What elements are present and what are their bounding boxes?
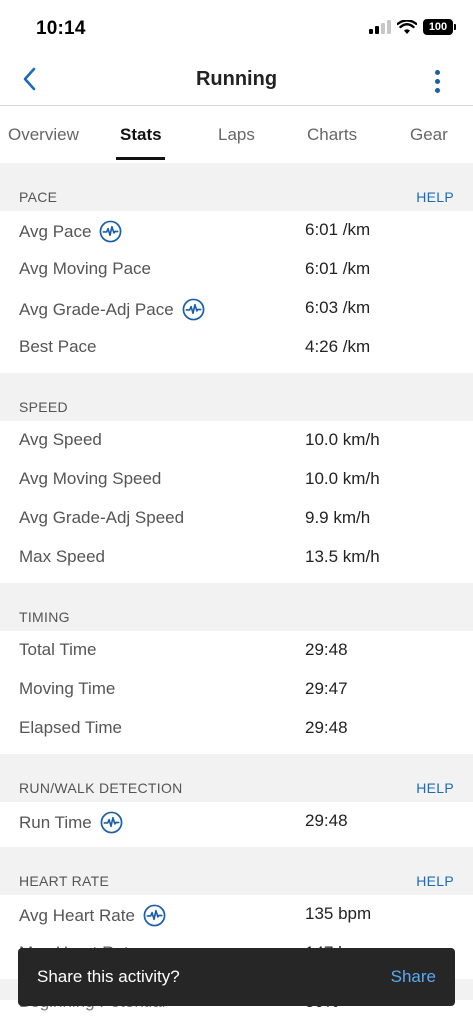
stat-row-max-speed: Max Speed 13.5 km/h	[0, 538, 473, 577]
stat-label: Moving Time	[19, 679, 116, 698]
section-header-heart-rate: HEART RATE HELP	[0, 847, 473, 895]
page-title: Running	[195, 68, 278, 90]
stat-label: Avg Pace	[19, 221, 92, 241]
heart-rate-icon[interactable]	[100, 811, 123, 834]
stat-row-best-pace: Best Pace 4:26 /km	[0, 328, 473, 367]
stat-label: Avg Moving Speed	[19, 469, 162, 488]
section-title: SPEED	[19, 399, 68, 415]
heart-rate-icon[interactable]	[99, 220, 122, 243]
stat-value: 6:01 /km	[305, 259, 371, 278]
stat-value: 10.0 km/h	[305, 469, 380, 488]
stats-list: PACE HELP Avg Pace 6:01 /km Avg Moving P…	[0, 163, 473, 1024]
more-vertical-icon	[434, 69, 440, 75]
stat-row-avg-grade-adj-pace: Avg Grade-Adj Pace 6:03 /km	[0, 289, 473, 328]
stat-row-avg-pace: Avg Pace 6:01 /km	[0, 211, 473, 250]
stat-row-avg-moving-pace: Avg Moving Pace 6:01 /km	[0, 250, 473, 289]
stat-value: 4:26 /km	[305, 337, 371, 356]
battery-level: 100	[428, 21, 448, 33]
tab-bar: Overview Stats Laps Charts Gear	[0, 107, 473, 163]
share-button[interactable]: Share	[391, 967, 436, 987]
stat-label: Avg Grade-Adj Speed	[19, 508, 185, 527]
stat-label: Best Pace	[19, 337, 97, 356]
stat-label: Avg Grade-Adj Pace	[19, 299, 174, 319]
stat-label: Run Time	[19, 812, 92, 832]
stat-row-total-time: Total Time 29:48	[0, 631, 473, 670]
active-tab-indicator	[116, 157, 165, 160]
stat-value: 13.5 km/h	[305, 547, 380, 566]
tab-gear[interactable]: Gear	[410, 125, 448, 145]
stat-label: Elapsed Time	[19, 718, 122, 737]
heart-rate-icon[interactable]	[182, 298, 205, 321]
stat-value: 6:03 /km	[305, 298, 371, 317]
stat-value: 29:47	[305, 679, 348, 698]
stat-row-avg-grade-adj-speed: Avg Grade-Adj Speed 9.9 km/h	[0, 499, 473, 538]
section-header-run-walk: RUN/WALK DETECTION HELP	[0, 754, 473, 802]
section-header-timing: TIMING	[0, 583, 473, 631]
stat-row-moving-time: Moving Time 29:47	[0, 670, 473, 709]
cellular-signal-icon	[369, 20, 391, 34]
toast-message: Share this activity?	[37, 967, 180, 986]
stat-value: 9.9 km/h	[305, 508, 371, 527]
section-title: PACE	[19, 189, 58, 205]
status-icons: 100	[369, 19, 456, 35]
status-time: 10:14	[36, 18, 86, 39]
stat-label: Max Speed	[19, 547, 105, 566]
run-walk-help-link[interactable]: HELP	[416, 780, 454, 796]
section-header-speed: SPEED	[0, 373, 473, 421]
pace-help-link[interactable]: HELP	[416, 189, 454, 205]
section-title: RUN/WALK DETECTION	[19, 780, 183, 796]
stat-value: 29:48	[305, 718, 348, 737]
stat-value: 6:01 /km	[305, 220, 371, 239]
stat-row-avg-speed: Avg Speed 10.0 km/h	[0, 421, 473, 460]
stat-label: Avg Moving Pace	[19, 259, 151, 278]
stat-row-elapsed-time: Elapsed Time 29:48	[0, 709, 473, 748]
tab-overview[interactable]: Overview	[8, 125, 79, 145]
stat-label: Total Time	[19, 640, 97, 659]
heart-rate-icon[interactable]	[143, 904, 166, 927]
stat-label: Avg Speed	[19, 430, 102, 449]
stat-value: 135 bpm	[305, 904, 372, 923]
stat-value: 10.0 km/h	[305, 430, 380, 449]
more-options-button[interactable]	[425, 66, 449, 96]
stat-label: Avg Heart Rate	[19, 905, 135, 925]
wifi-icon	[397, 19, 417, 34]
stat-value: 29:48	[305, 640, 348, 659]
section-header-pace: PACE HELP	[0, 163, 473, 211]
tab-charts[interactable]: Charts	[307, 125, 357, 145]
stat-row-avg-heart-rate: Avg Heart Rate 135 bpm	[0, 895, 473, 934]
nav-bar: Running	[0, 56, 473, 106]
battery-icon: 100	[423, 19, 456, 35]
status-bar: 10:14 100	[0, 0, 473, 56]
stat-value: 29:48	[305, 811, 348, 830]
stat-row-run-time: Run Time 29:48	[0, 802, 473, 841]
tab-stats[interactable]: Stats	[120, 125, 162, 145]
heart-rate-help-link[interactable]: HELP	[416, 873, 454, 889]
share-toast: Share this activity? Share	[18, 948, 455, 1006]
section-title: HEART RATE	[19, 873, 110, 889]
stat-row-avg-moving-speed: Avg Moving Speed 10.0 km/h	[0, 460, 473, 499]
tab-laps[interactable]: Laps	[218, 125, 255, 145]
section-title: TIMING	[19, 609, 70, 625]
